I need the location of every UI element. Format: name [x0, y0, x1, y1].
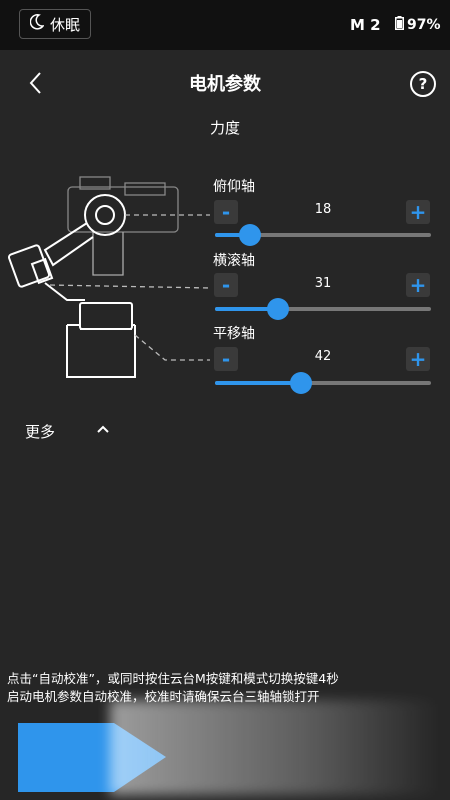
more-section-toggle[interactable]: 更多 — [25, 421, 55, 442]
mode-indicator: M 2 — [350, 16, 381, 34]
sleep-button[interactable]: 休眠 — [19, 9, 91, 39]
calibration-info-line1: 点击“自动校准”，或同时按住云台M按键和模式切换按键4秒 — [7, 671, 339, 686]
roll-axis-label: 横滚轴 — [213, 253, 255, 269]
sleep-label: 休眠 — [49, 15, 80, 34]
pan-axis-label: 平移轴 — [213, 326, 255, 342]
roll-slider-thumb[interactable] — [266, 298, 289, 320]
pan-slider-thumb[interactable] — [290, 372, 313, 394]
pitch-slider[interactable] — [215, 224, 431, 246]
pitch-axis-label: 俯仰轴 — [213, 179, 255, 195]
pan-slider[interactable] — [215, 372, 431, 394]
gimbal-diagram-icon — [5, 165, 215, 389]
pitch-value: 18 — [314, 202, 332, 217]
chevron-up-icon[interactable] — [96, 420, 110, 438]
pitch-decrease-button[interactable]: - — [214, 200, 238, 224]
roll-slider[interactable] — [215, 298, 431, 320]
status-bar: 休眠 M 2 97% — [0, 0, 450, 50]
page-header: 电机参数 ? — [0, 50, 450, 114]
section-label: 力度 — [209, 119, 240, 137]
page-title: 电机参数 — [189, 74, 261, 95]
glare-overlay — [110, 700, 440, 795]
pitch-slider-thumb[interactable] — [238, 224, 261, 246]
pan-value: 42 — [314, 349, 332, 364]
pan-increase-button[interactable]: + — [406, 347, 430, 371]
roll-increase-button[interactable]: + — [406, 273, 430, 297]
pan-slider-fill — [215, 381, 302, 385]
roll-value: 31 — [314, 276, 332, 291]
battery-percent: 97% — [407, 17, 441, 33]
battery-status: 97% — [395, 16, 441, 34]
roll-decrease-button[interactable]: - — [214, 273, 238, 297]
pan-decrease-button[interactable]: - — [214, 347, 238, 371]
moon-icon — [29, 14, 45, 34]
pitch-increase-button[interactable]: + — [406, 200, 430, 224]
help-button[interactable]: ? — [410, 71, 436, 97]
battery-icon — [395, 16, 404, 34]
